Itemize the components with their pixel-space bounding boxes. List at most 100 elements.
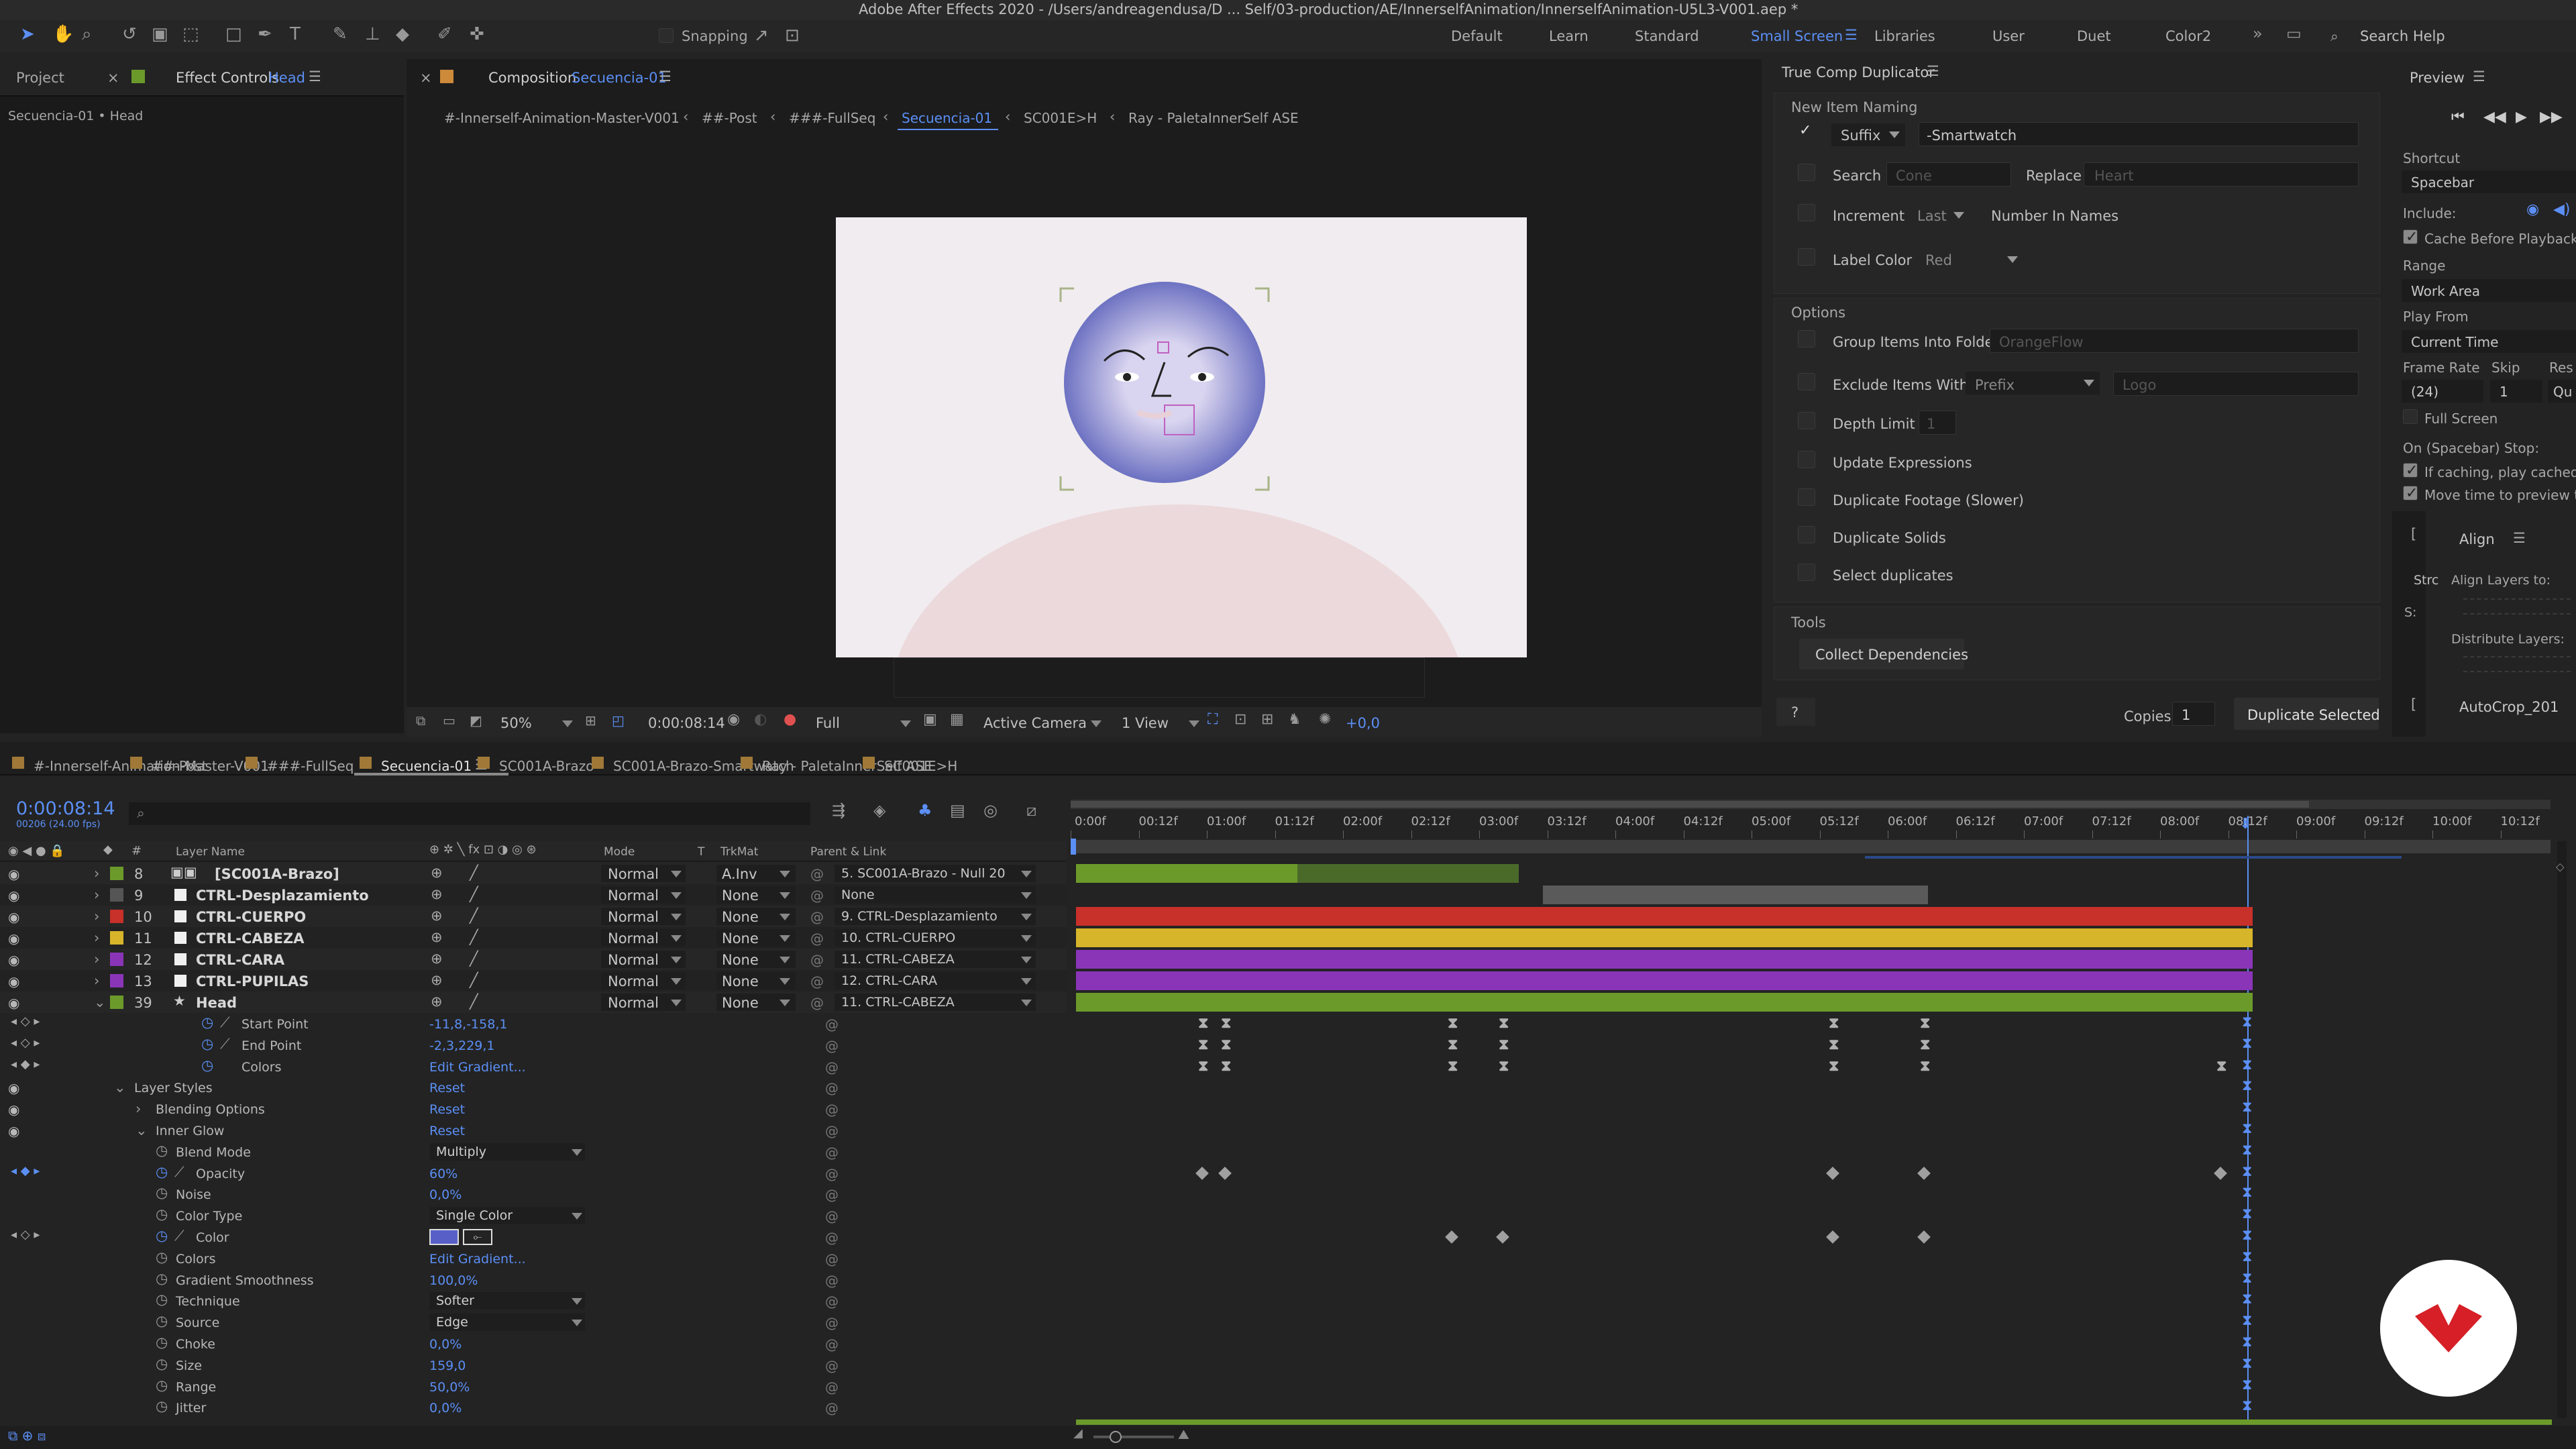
layer-label-color[interactable]: [110, 974, 123, 987]
visibility-eye-icon[interactable]: ◉: [8, 1102, 19, 1118]
expand-chevron-icon[interactable]: ›: [94, 953, 99, 967]
keyframe-hold-icon[interactable]: ⧗: [1448, 1058, 1458, 1075]
property-value[interactable]: Edit Gradient...: [429, 1061, 526, 1074]
select-dups-checkbox[interactable]: [1798, 564, 1815, 581]
comp-menu-icon[interactable]: ☰: [659, 70, 672, 84]
dup-solids-checkbox[interactable]: [1798, 526, 1815, 543]
keyframe-hold-icon[interactable]: ⧗: [1198, 1058, 1208, 1075]
stopwatch-icon[interactable]: ◷: [156, 1186, 168, 1200]
prev-frame-icon[interactable]: ◀◀: [2483, 110, 2506, 125]
expression-pickwhip-icon[interactable]: @: [825, 1251, 839, 1267]
resolution-dropdown[interactable]: Full: [816, 716, 840, 731]
property-value[interactable]: Reset: [429, 1104, 465, 1116]
expression-pickwhip-icon[interactable]: @: [825, 1166, 839, 1182]
eraser-tool-icon[interactable]: ◆: [396, 25, 409, 43]
camera-tool-icon[interactable]: ▣: [152, 25, 168, 43]
expand-chevron-icon[interactable]: ›: [94, 867, 99, 881]
pen-tool-icon[interactable]: ✒: [258, 25, 272, 43]
hand-tool-icon[interactable]: ✋: [52, 25, 74, 43]
layer-name[interactable]: CTRL-Desplazamiento: [196, 889, 369, 903]
expand-chevron-icon[interactable]: ⌄: [136, 1124, 148, 1138]
search-help-input[interactable]: Search Help: [2360, 30, 2445, 44]
comp-close-icon[interactable]: ×: [420, 71, 432, 85]
views-dropdown[interactable]: 1 View: [1122, 716, 1169, 731]
tcd-menu-icon[interactable]: ☰: [1927, 64, 1939, 78]
fast-previews-icon[interactable]: ▣: [923, 712, 937, 727]
depth-checkbox[interactable]: [1798, 412, 1815, 429]
property-value[interactable]: Edit Gradient...: [429, 1252, 526, 1266]
keyframe-hold-icon[interactable]: ⧗: [1829, 1036, 1839, 1053]
keyframe-navigator[interactable]: ◂ ◆ ▸: [11, 1058, 40, 1071]
zoom-dropdown[interactable]: 50%: [500, 716, 532, 731]
visibility-eye-icon[interactable]: ◉: [8, 888, 19, 904]
shy-switch-icon[interactable]: ⊕: [431, 973, 443, 987]
quality-switch-icon[interactable]: ╱: [470, 888, 478, 902]
layer-name[interactable]: [SC001A-Brazo]: [215, 867, 339, 881]
keyframe-hold-icon[interactable]: ⧗: [2216, 1058, 2226, 1075]
layer-name[interactable]: CTRL-CABEZA: [196, 932, 305, 946]
keyframe-navigator[interactable]: ◂ ◆ ▸: [11, 1165, 40, 1177]
rectangle-tool-icon[interactable]: □: [225, 25, 242, 43]
layer-name[interactable]: CTRL-CUERPO: [196, 910, 306, 924]
comp-timecode[interactable]: 0:00:08:14: [648, 716, 725, 731]
mask-icon[interactable]: ◩: [470, 714, 482, 727]
graph-editor-icon[interactable]: ⧄: [1026, 802, 1036, 818]
zoom-slider-thumb[interactable]: [1110, 1431, 1122, 1443]
expression-pickwhip-icon[interactable]: @: [825, 1016, 839, 1032]
puppet-tool-icon[interactable]: ✜: [470, 25, 484, 43]
layer-search-input[interactable]: [129, 802, 810, 825]
exclude-checkbox[interactable]: [1798, 373, 1815, 390]
keyframe-navigator[interactable]: ◂ ◇ ▸: [11, 1229, 40, 1241]
align-buttons[interactable]: [2463, 598, 2571, 614]
expression-pickwhip-icon[interactable]: @: [825, 1336, 839, 1352]
flowchart-icon[interactable]: ⊞: [1261, 712, 1273, 727]
keyframe-hold-icon[interactable]: ⧗: [1499, 1058, 1509, 1075]
stopwatch-icon[interactable]: ◷: [156, 1165, 168, 1179]
expression-pickwhip-icon[interactable]: @: [825, 1102, 839, 1118]
eyedropper-icon[interactable]: ⟜: [463, 1229, 492, 1245]
ifcaching-checkbox[interactable]: [2403, 462, 2418, 479]
shy-switch-icon[interactable]: ⊕: [431, 888, 443, 902]
group-checkbox[interactable]: [1798, 330, 1815, 347]
parent-pickwhip-icon[interactable]: @: [810, 973, 824, 989]
exposure-value[interactable]: +0,0: [1346, 716, 1380, 731]
expand-chevron-icon[interactable]: ›: [94, 888, 99, 902]
skip-dropdown[interactable]: [2490, 380, 2542, 402]
timeline-tab[interactable]: SC001E>H: [884, 759, 957, 773]
align-menu-icon[interactable]: ☰: [2513, 531, 2526, 545]
shy-layers-icon[interactable]: ♣: [918, 802, 932, 818]
region-of-interest-icon[interactable]: ◰: [612, 714, 625, 727]
workspace-panel-icon[interactable]: ▭: [2286, 25, 2302, 42]
movetime-checkbox[interactable]: [2403, 485, 2418, 502]
expression-pickwhip-icon[interactable]: @: [825, 1059, 839, 1075]
depth-input[interactable]: [1919, 411, 1956, 435]
property-value[interactable]: 159,0: [429, 1359, 466, 1373]
stopwatch-icon[interactable]: ◷: [156, 1271, 168, 1286]
property-value[interactable]: 50,0%: [429, 1381, 470, 1394]
expand-chevron-icon[interactable]: ⌄: [94, 996, 106, 1010]
layer-bar[interactable]: [1076, 907, 2253, 926]
zoom-out-icon[interactable]: ◢: [1073, 1428, 1083, 1440]
keyframe-hold-icon[interactable]: ⧗: [1499, 1036, 1509, 1053]
timeline-timecode[interactable]: 0:00:08:14: [16, 800, 115, 818]
property-value[interactable]: -11,8,-158,1: [429, 1018, 507, 1031]
property-value[interactable]: 60%: [429, 1167, 458, 1181]
expression-pickwhip-icon[interactable]: @: [825, 1208, 839, 1224]
expression-pickwhip-icon[interactable]: @: [825, 1230, 839, 1246]
expression-pickwhip-icon[interactable]: @: [825, 1123, 839, 1139]
expand-chevron-icon[interactable]: ›: [94, 931, 99, 945]
property-value[interactable]: -2,3,229,1: [429, 1039, 495, 1053]
comp-tab-name[interactable]: Secuencia-01: [572, 71, 667, 85]
keyframe-navigator[interactable]: ◂ ◇ ▸: [11, 1016, 40, 1028]
timeline-tab[interactable]: ###-FullSeq: [267, 759, 354, 773]
stopwatch-icon[interactable]: ◷: [156, 1378, 168, 1393]
increment-checkbox[interactable]: [1798, 204, 1815, 221]
motion-blur-icon[interactable]: ◎: [983, 802, 998, 818]
copies-input[interactable]: [2172, 702, 2215, 726]
timeline-tab[interactable]: Secuencia-01: [381, 759, 472, 773]
visibility-eye-icon[interactable]: ◉: [8, 973, 19, 989]
brush-tool-icon[interactable]: ✎: [333, 25, 347, 43]
keyframe-navigator[interactable]: ◂ ◇ ▸: [11, 1036, 40, 1049]
layer-label-color[interactable]: [110, 888, 123, 902]
stopwatch-icon[interactable]: ◷: [156, 1336, 168, 1350]
